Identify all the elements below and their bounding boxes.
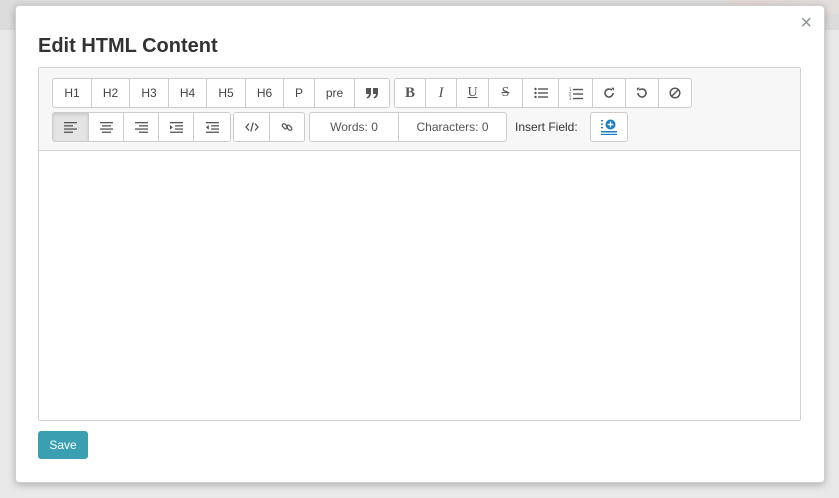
close-icon[interactable]: × bbox=[800, 13, 812, 33]
quote-icon bbox=[365, 87, 379, 99]
underline-button[interactable]: U bbox=[457, 79, 489, 107]
blockquote-button[interactable] bbox=[355, 79, 389, 107]
indent-button[interactable] bbox=[159, 113, 194, 141]
strikethrough-icon: S bbox=[501, 85, 510, 100]
pre-button[interactable]: pre bbox=[315, 79, 355, 107]
redo-button[interactable] bbox=[593, 79, 626, 107]
align-left-icon bbox=[64, 121, 77, 133]
format-group: B I U S 123 bbox=[394, 78, 692, 108]
align-center-button[interactable] bbox=[89, 113, 124, 141]
indent-icon bbox=[169, 121, 183, 133]
insert-field-label: Insert Field: bbox=[515, 120, 578, 134]
align-left-button[interactable] bbox=[53, 113, 89, 141]
link-icon bbox=[281, 121, 293, 133]
h5-button[interactable]: H5 bbox=[207, 79, 246, 107]
align-group bbox=[52, 112, 231, 142]
code-view-button[interactable] bbox=[234, 113, 270, 141]
word-count: Words: 0 bbox=[310, 113, 399, 141]
edit-html-modal: × Edit HTML Content H1 H2 H3 H4 H5 H6 P … bbox=[15, 5, 825, 483]
italic-button[interactable]: I bbox=[426, 79, 457, 107]
heading-group: H1 H2 H3 H4 H5 H6 P pre bbox=[52, 78, 390, 108]
bold-icon: B bbox=[404, 84, 415, 101]
align-right-icon bbox=[134, 121, 148, 133]
italic-icon: I bbox=[438, 84, 444, 101]
bullet-list-button[interactable] bbox=[523, 79, 559, 107]
svg-text:3: 3 bbox=[569, 96, 572, 100]
bold-button[interactable]: B bbox=[395, 79, 426, 107]
align-center-icon bbox=[99, 121, 113, 133]
undo-icon bbox=[636, 87, 648, 99]
code-link-group bbox=[233, 112, 305, 142]
outdent-button[interactable] bbox=[194, 113, 230, 141]
underline-icon: U bbox=[467, 85, 478, 100]
save-button[interactable]: Save bbox=[38, 431, 88, 459]
align-right-button[interactable] bbox=[124, 113, 159, 141]
editor-toolbar: H1 H2 H3 H4 H5 H6 P pre B I U S 1 2 3 Wo… bbox=[39, 68, 800, 151]
code-icon bbox=[244, 122, 259, 132]
insert-field-button[interactable] bbox=[590, 112, 628, 142]
numbered-list-icon: 123 bbox=[569, 87, 583, 100]
counter-group: Words: 0 Characters: 0 bbox=[309, 112, 507, 142]
html-editor: H1 H2 H3 H4 H5 H6 P pre B I U S 1 2 3 Wo… bbox=[38, 67, 801, 421]
bullet-list-icon bbox=[533, 87, 548, 99]
redo-icon bbox=[603, 87, 615, 99]
h2-button[interactable]: H2 bbox=[92, 79, 130, 107]
clear-format-icon bbox=[669, 87, 681, 99]
numbered-list-button[interactable]: 123 bbox=[559, 79, 593, 107]
insert-field-icon bbox=[601, 119, 617, 135]
editor-content-area[interactable] bbox=[39, 151, 800, 420]
paragraph-button[interactable]: P bbox=[284, 79, 315, 107]
outdent-icon bbox=[205, 121, 219, 133]
modal-title: Edit HTML Content bbox=[38, 35, 218, 57]
h3-button[interactable]: H3 bbox=[130, 79, 169, 107]
h6-button[interactable]: H6 bbox=[246, 79, 284, 107]
h4-button[interactable]: H4 bbox=[169, 79, 207, 107]
h1-button[interactable]: H1 bbox=[53, 79, 92, 107]
character-count: Characters: 0 bbox=[416, 120, 489, 134]
undo-button[interactable] bbox=[626, 79, 659, 107]
strikethrough-button[interactable]: S bbox=[489, 79, 523, 107]
clear-format-button[interactable] bbox=[659, 79, 691, 107]
link-button[interactable] bbox=[270, 113, 304, 141]
